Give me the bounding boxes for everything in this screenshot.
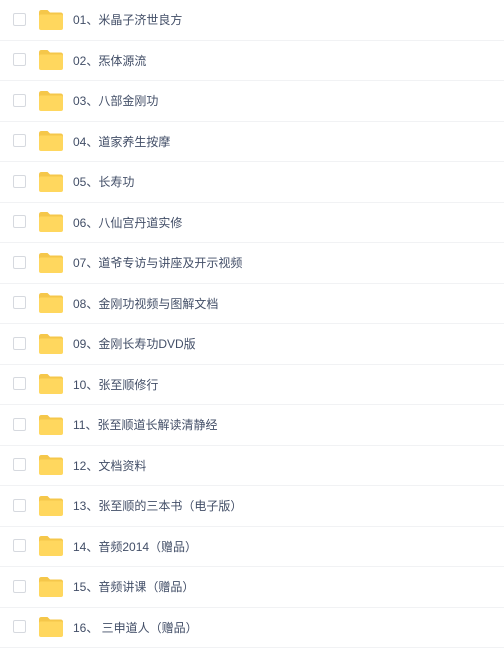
file-row[interactable]: 10、张至顺修行 bbox=[0, 365, 504, 405]
select-checkbox[interactable] bbox=[13, 579, 26, 593]
file-name[interactable]: 04、道家养生按摩 bbox=[73, 122, 170, 162]
file-row[interactable]: 08、金刚功视频与图解文档 bbox=[0, 284, 504, 324]
file-list: 01、米晶子济世良方 02、炁体源流 03、八部金刚功 04、道家养生按摩 05… bbox=[0, 0, 504, 649]
select-checkbox[interactable] bbox=[13, 417, 26, 431]
folder-icon bbox=[38, 292, 64, 314]
select-checkbox[interactable] bbox=[13, 93, 26, 107]
select-checkbox[interactable] bbox=[13, 498, 26, 512]
select-checkbox[interactable] bbox=[13, 215, 26, 229]
select-checkbox[interactable] bbox=[13, 174, 26, 188]
file-name[interactable]: 07、道爷专访与讲座及开示视频 bbox=[73, 243, 242, 283]
file-row[interactable]: 15、音频讲课（赠品） bbox=[0, 567, 504, 608]
file-name[interactable]: 06、八仙宫丹道实修 bbox=[73, 203, 182, 243]
file-row[interactable]: 01、米晶子济世良方 bbox=[0, 0, 504, 41]
folder-icon bbox=[38, 576, 64, 598]
folder-icon bbox=[38, 616, 64, 638]
select-checkbox[interactable] bbox=[13, 377, 26, 391]
file-name[interactable]: 14、音频2014（赠品） bbox=[73, 527, 197, 567]
folder-icon bbox=[38, 9, 64, 31]
file-row[interactable]: 05、长寿功 bbox=[0, 162, 504, 203]
file-row[interactable]: 12、文档资料 bbox=[0, 446, 504, 486]
file-name[interactable]: 16、 三申道人（赠品） bbox=[73, 608, 198, 648]
folder-icon bbox=[38, 130, 64, 152]
folder-icon bbox=[38, 333, 64, 355]
file-row[interactable]: 09、金刚长寿功DVD版 bbox=[0, 324, 504, 365]
select-checkbox[interactable] bbox=[13, 12, 26, 26]
file-row[interactable]: 03、八部金刚功 bbox=[0, 81, 504, 122]
select-checkbox[interactable] bbox=[13, 336, 26, 350]
select-checkbox[interactable] bbox=[13, 620, 26, 634]
folder-icon bbox=[38, 90, 64, 112]
file-name[interactable]: 02、炁体源流 bbox=[73, 41, 146, 81]
file-name[interactable]: 09、金刚长寿功DVD版 bbox=[73, 324, 196, 364]
select-checkbox[interactable] bbox=[13, 296, 26, 310]
file-row[interactable]: 11、张至顺道长解读清静经 bbox=[0, 405, 504, 446]
file-name[interactable]: 13、张至顺的三本书（电子版） bbox=[73, 486, 242, 526]
file-name[interactable]: 12、文档资料 bbox=[73, 446, 146, 486]
select-checkbox[interactable] bbox=[13, 458, 26, 472]
file-row[interactable]: 13、张至顺的三本书（电子版） bbox=[0, 486, 504, 527]
file-row[interactable]: 02、炁体源流 bbox=[0, 41, 504, 81]
select-checkbox[interactable] bbox=[13, 539, 26, 553]
file-name[interactable]: 08、金刚功视频与图解文档 bbox=[73, 284, 218, 324]
folder-icon bbox=[38, 454, 64, 476]
select-checkbox[interactable] bbox=[13, 53, 26, 67]
folder-icon bbox=[38, 535, 64, 557]
folder-icon bbox=[38, 495, 64, 517]
file-row[interactable]: 06、八仙宫丹道实修 bbox=[0, 203, 504, 243]
file-name[interactable]: 15、音频讲课（赠品） bbox=[73, 567, 194, 607]
file-row[interactable]: 14、音频2014（赠品） bbox=[0, 527, 504, 567]
file-name[interactable]: 11、张至顺道长解读清静经 bbox=[73, 405, 217, 445]
file-name[interactable]: 01、米晶子济世良方 bbox=[73, 0, 182, 40]
file-name[interactable]: 05、长寿功 bbox=[73, 162, 134, 202]
file-row[interactable]: 07、道爷专访与讲座及开示视频 bbox=[0, 243, 504, 284]
file-name[interactable]: 10、张至顺修行 bbox=[73, 365, 158, 405]
folder-icon bbox=[38, 414, 64, 436]
select-checkbox[interactable] bbox=[13, 255, 26, 269]
folder-icon bbox=[38, 252, 64, 274]
folder-icon bbox=[38, 171, 64, 193]
select-checkbox[interactable] bbox=[13, 134, 26, 148]
folder-icon bbox=[38, 373, 64, 395]
file-row[interactable]: 16、 三申道人（赠品） bbox=[0, 608, 504, 648]
file-name[interactable]: 03、八部金刚功 bbox=[73, 81, 158, 121]
folder-icon bbox=[38, 49, 64, 71]
folder-icon bbox=[38, 211, 64, 233]
file-row[interactable]: 04、道家养生按摩 bbox=[0, 122, 504, 162]
